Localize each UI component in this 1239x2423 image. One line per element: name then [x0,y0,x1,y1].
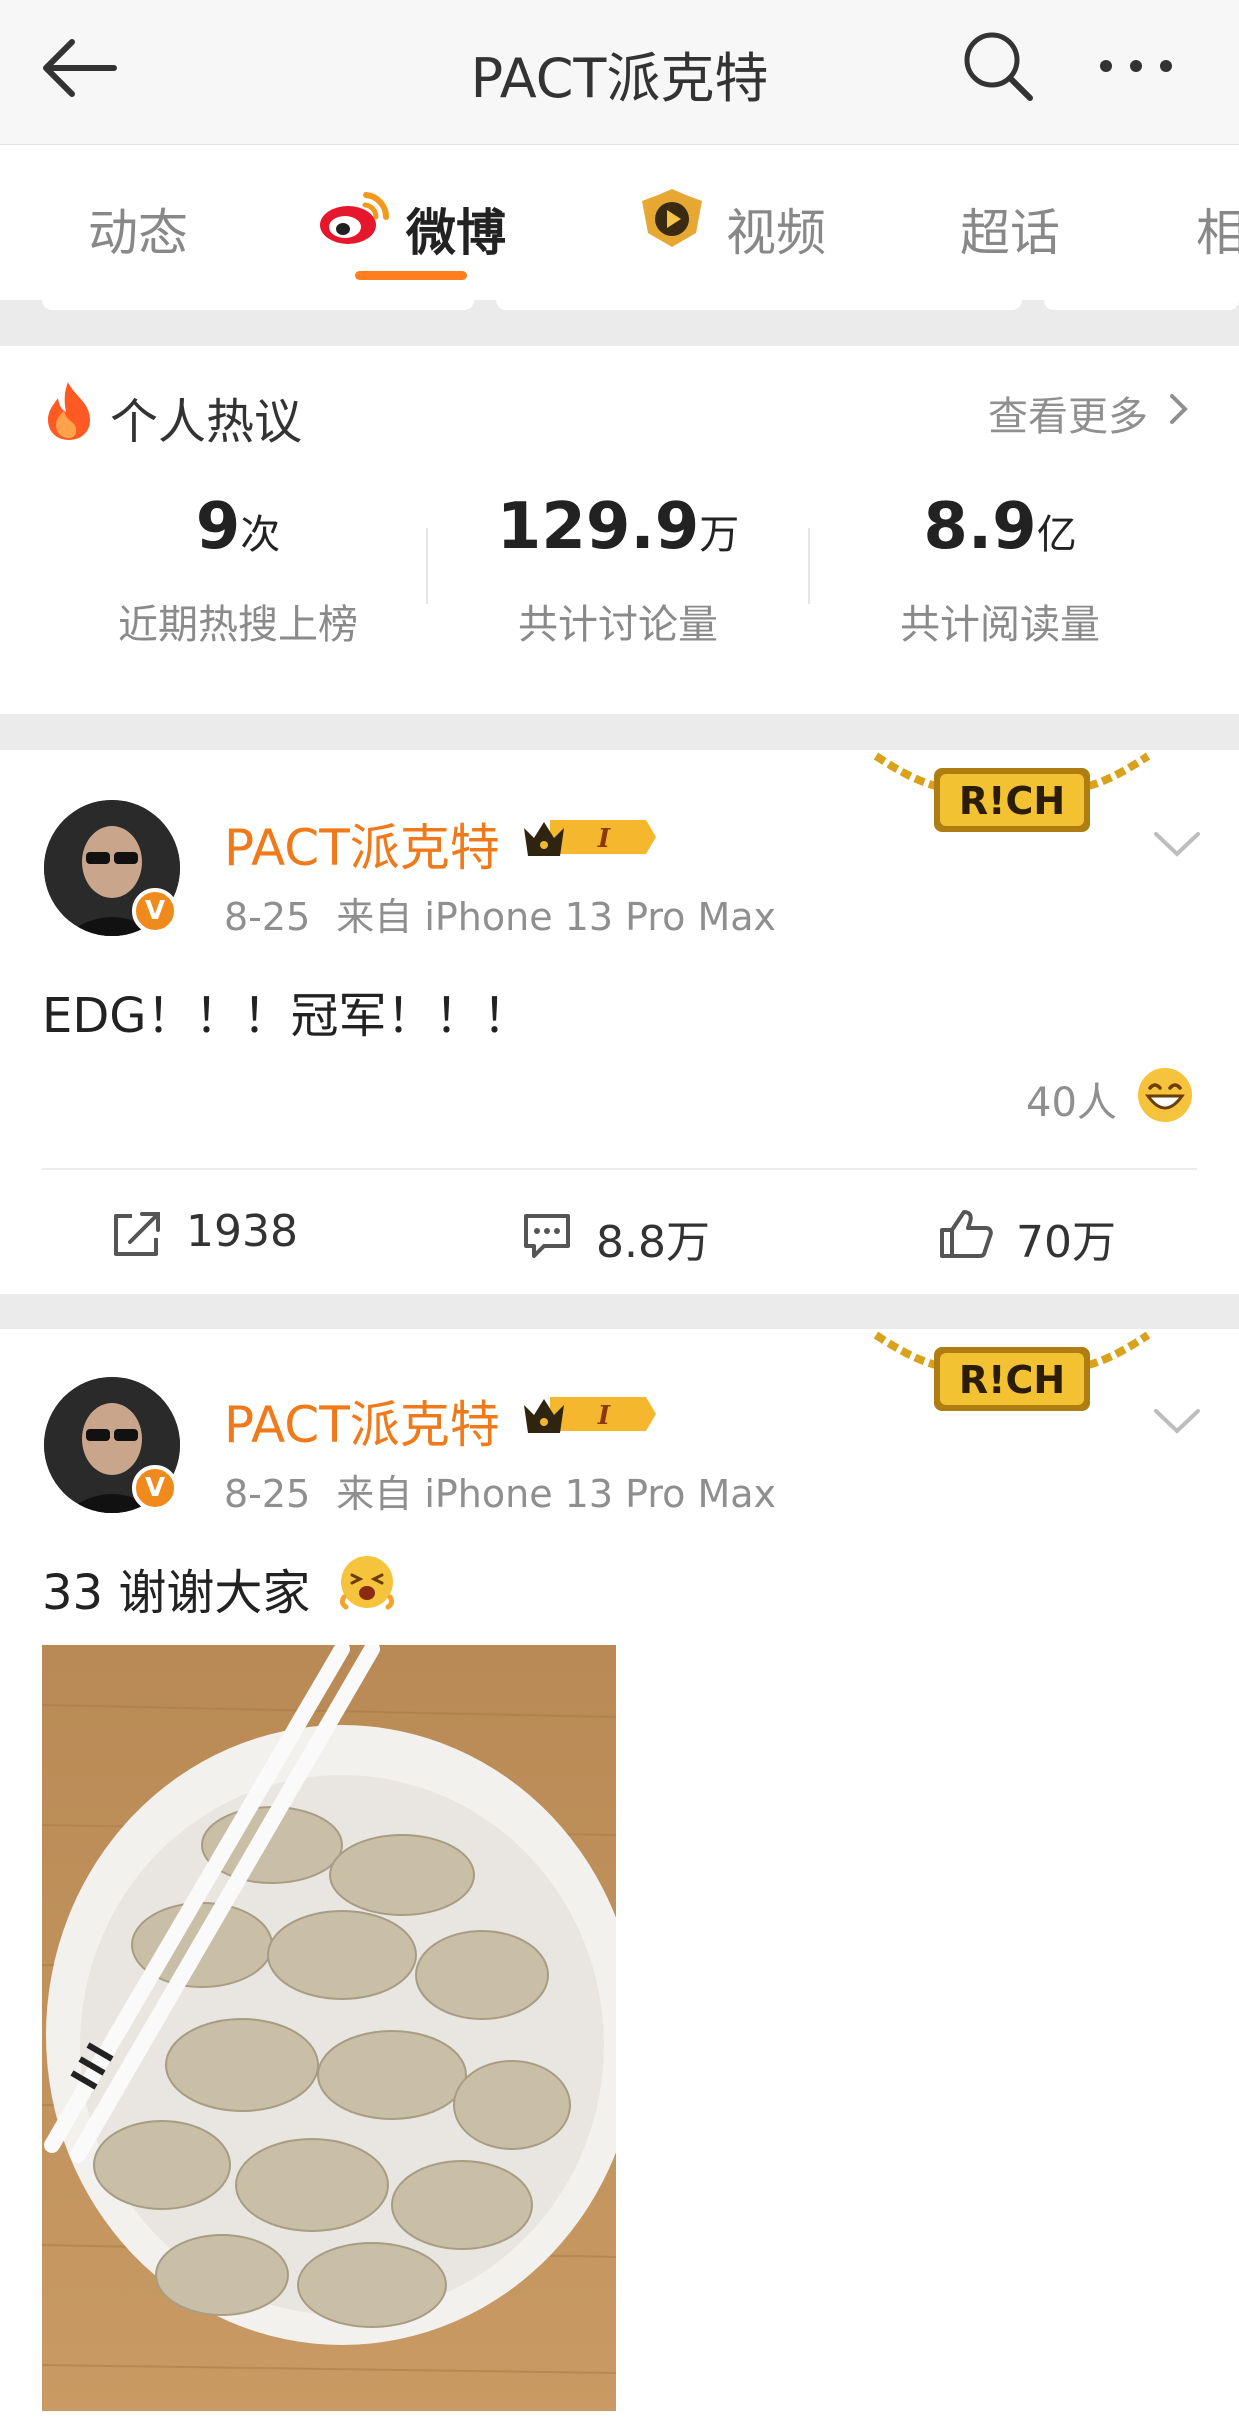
post-date: 8-25 [224,1472,311,1516]
blushing-emoji-icon [339,1556,395,1610]
chevron-right-icon[interactable] [1168,392,1190,426]
laughing-emoji-icon[interactable] [1136,1066,1194,1124]
comment-icon[interactable] [520,1212,574,1260]
tab-weibo[interactable]: 微博 [406,193,506,265]
rich-chain-decoration: R!CH [873,1331,1151,1411]
post-image-dumplings[interactable] [42,1645,616,2411]
stat-hot-search: 9次 [48,490,428,564]
stat-reads: 8.9亿 [810,490,1190,564]
post-source: 来自 iPhone 13 Pro Max [336,1472,777,1516]
hot-discussion-card: 个人热议 查看更多 9次 近期热搜上榜 129.9万 共计讨论量 8.9亿 共计… [0,346,1239,714]
rich-decoration-text: R!CH [959,779,1065,823]
post-card: R!CH V PACT派克特 I 8-25 来自 iPhone 13 Pro Ma… [0,1329,1239,2423]
stat-label: 共计讨论量 [518,602,718,648]
view-more-link[interactable]: 查看更多 [988,384,1148,442]
vip-level: I [597,824,611,854]
verified-badge: V [132,1465,178,1511]
post-source: 来自 iPhone 13 Pro Max [336,895,777,939]
stat-label: 近期热搜上榜 [118,602,358,648]
tab-video[interactable]: 视频 [726,193,826,265]
rich-chain-decoration: R!CH [873,752,1151,832]
fire-icon [48,382,90,440]
repost-count[interactable]: 1938 [186,1206,298,1257]
top-bar: PACT派克特 [0,0,1239,145]
active-tab-indicator [355,271,467,280]
stat-label: 共计阅读量 [900,602,1100,648]
chevron-down-icon[interactable] [1152,830,1202,860]
tab-super-topic[interactable]: 超话 [960,193,1060,265]
stat-value: 8.9 [923,490,1037,564]
stat-value: 129.9 [496,490,700,564]
hot-discussion-title: 个人热议 [110,394,303,450]
stat-unit: 亿 [1036,512,1077,558]
video-icon [642,189,702,247]
reaction-count[interactable]: 40人 [1026,1070,1117,1128]
post-actions: 1938 8.8万 70万 [0,1170,1239,1290]
verified-badge: V [132,888,178,934]
stat-unit: 次 [240,512,281,558]
tab-album[interactable]: 相 [1196,193,1239,265]
post-card: R!CH V PACT派克特 I 8-25 来自 iPhone 13 Pro Ma… [0,750,1239,1294]
stat-discussion: 129.9万 [428,490,808,564]
rich-decoration-text: R!CH [959,1358,1065,1402]
page-title: PACT派克特 [470,47,769,110]
vip-crown-badge: I [524,1397,656,1433]
post-meta: 8-25 来自 iPhone 13 Pro Max [224,886,776,941]
post-date: 8-25 [224,895,311,939]
post-author[interactable]: PACT派克特 [224,808,500,880]
like-icon[interactable] [938,1208,994,1260]
stat-value: 9 [195,490,241,564]
stat-unit: 万 [699,512,740,558]
chevron-down-icon[interactable] [1152,1407,1202,1437]
post-text: EDG！！！冠军！！！ [42,988,531,1044]
vip-crown-badge: I [524,820,656,856]
vip-level: I [597,1401,611,1431]
more-icon[interactable] [1096,54,1176,78]
card-edges [0,292,1239,310]
post-author[interactable]: PACT派克特 [224,1385,500,1457]
comment-count[interactable]: 8.8万 [596,1206,710,1270]
tab-dynamic[interactable]: 动态 [88,193,188,265]
search-icon[interactable] [960,28,1036,104]
weibo-logo-icon [320,192,390,244]
repost-icon[interactable] [110,1210,162,1258]
profile-tabs: 动态 微博 视频 超话 相 [0,145,1239,300]
like-count[interactable]: 70万 [1016,1206,1116,1270]
post-text: 33 谢谢大家 [42,1565,311,1621]
post-meta: 8-25 来自 iPhone 13 Pro Max [224,1463,776,1518]
